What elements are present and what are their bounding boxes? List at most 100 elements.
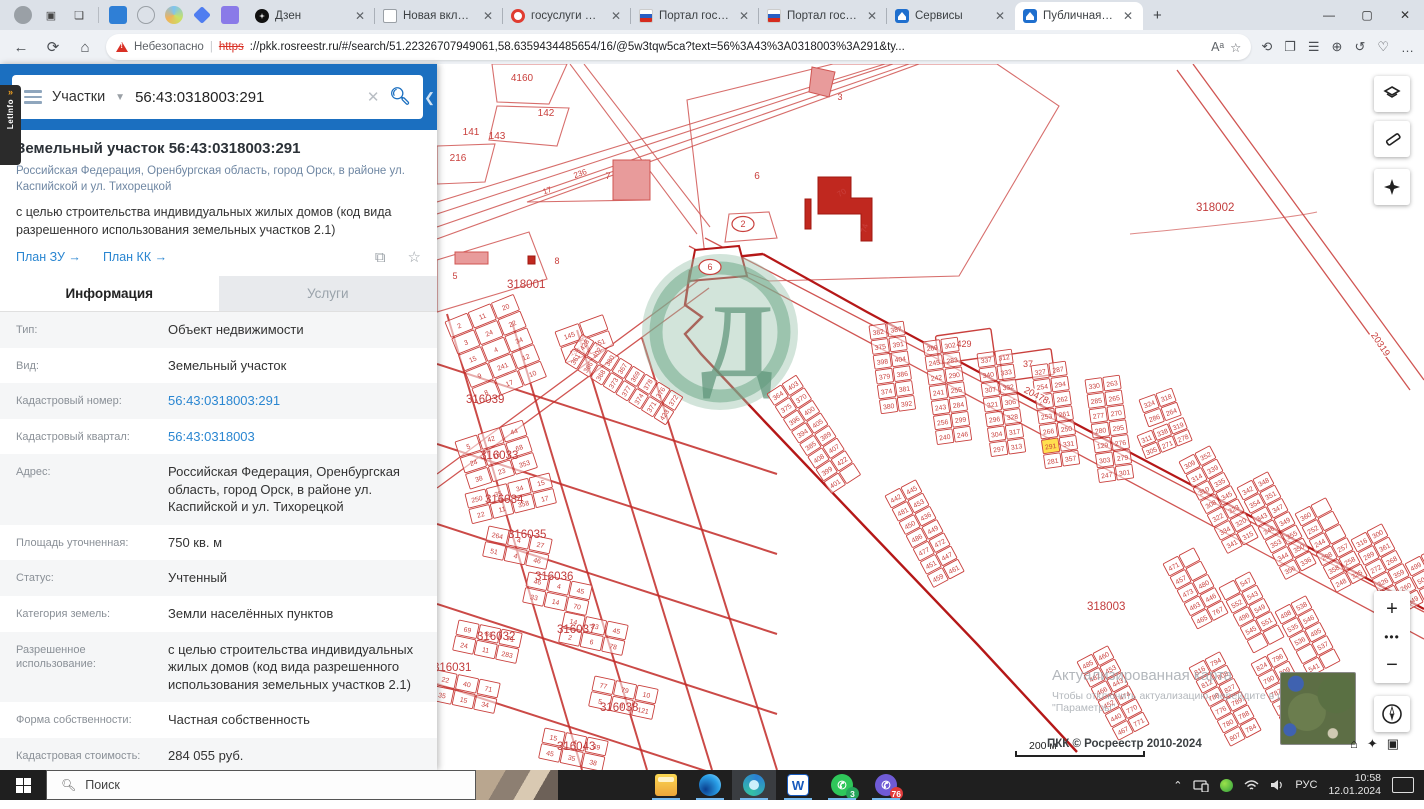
row-label: Категория земель: [16, 605, 168, 623]
taskbar-app-photos[interactable] [688, 770, 732, 800]
extension-ghost-icon[interactable] [137, 6, 155, 24]
compass-button[interactable] [1374, 696, 1410, 732]
search-input[interactable] [135, 89, 357, 106]
extension-squares-icon[interactable] [221, 6, 239, 24]
clock[interactable]: 10:58 12.01.2024 [1328, 772, 1381, 798]
read-aloud-icon[interactable]: Aᵃ [1211, 40, 1224, 54]
close-button[interactable]: ✕ [1386, 1, 1424, 29]
rewards-icon[interactable]: ♡ [1377, 39, 1389, 55]
zoom-out-button[interactable]: − [1374, 647, 1410, 683]
address-bar[interactable]: Небезопасно | https ://pkk.rosreestr.ru/… [106, 34, 1251, 60]
profile-avatar-icon[interactable] [14, 6, 32, 24]
fullscreen-icon[interactable]: ▣ [1387, 736, 1399, 752]
wifi-icon[interactable] [1244, 779, 1259, 791]
favorites-icon[interactable]: ☰ [1308, 39, 1320, 55]
locate-map-icon[interactable]: ✦ [1367, 736, 1378, 752]
clear-search-icon[interactable]: ✕ [367, 88, 380, 106]
info-row: Форма собственности: Частная собственнос… [0, 702, 437, 738]
taskbar-app-explorer[interactable] [644, 770, 688, 800]
tab-close-icon[interactable]: ✕ [353, 9, 367, 23]
measure-button[interactable] [1374, 121, 1410, 157]
zoom-options-button[interactable]: ••• [1384, 627, 1400, 647]
tab-close-icon[interactable]: ✕ [737, 9, 751, 23]
security-label[interactable]: Небезопасно [134, 41, 204, 53]
volume-icon[interactable] [1270, 779, 1284, 791]
home-map-icon[interactable]: ⌂ [1350, 736, 1358, 752]
app-badge: 76 [890, 787, 903, 800]
map-canvas[interactable]: Д145155151211203242215434924112817103614… [437, 64, 1424, 770]
new-tab-button[interactable]: + [1143, 7, 1172, 24]
url-text[interactable]: ://pkk.rosreestr.ru/#/search/51.22326707… [250, 41, 1205, 53]
tab-close-icon[interactable]: ✕ [865, 9, 879, 23]
map-label: 17 [541, 185, 553, 197]
map-label: 37 [1023, 359, 1033, 369]
start-button[interactable] [0, 770, 46, 800]
extension-loop-icon[interactable] [165, 6, 183, 24]
tab-close-icon[interactable]: ✕ [1121, 9, 1135, 23]
locate-button[interactable] [1374, 169, 1410, 205]
home-icon[interactable]: ⌂ [74, 39, 96, 56]
parcel-outline [687, 64, 1059, 281]
basemap-thumbnail[interactable] [1280, 672, 1356, 745]
tab-actions-icon[interactable]: ▣ [42, 6, 60, 24]
letinfo-ribbon[interactable]: » LetInfo [0, 85, 21, 165]
history-icon[interactable]: ↺ [1354, 39, 1365, 55]
reload-icon[interactable]: ⟳ [42, 38, 64, 56]
info-row: Категория земель: Земли населённых пункт… [0, 596, 437, 632]
browser-tab-6[interactable]: Публичная ка ✕ [1015, 2, 1143, 30]
browser-tab-5[interactable]: Сервисы ✕ [887, 2, 1015, 30]
taskbar-app-whatsapp[interactable]: ✆3 [820, 770, 864, 800]
tray-chevron-icon[interactable]: ⌃ [1173, 779, 1182, 792]
tab-services[interactable]: Услуги [219, 276, 438, 311]
taskbar-app-word[interactable]: W [776, 770, 820, 800]
collapse-panel-icon[interactable]: ❮ [424, 90, 435, 106]
info-rows: Тип: Объект недвижимостиВид: Земельный у… [0, 312, 437, 809]
language-indicator[interactable]: РУС [1295, 779, 1317, 791]
browser-essentials-icon[interactable]: ⟲ [1261, 39, 1272, 55]
plan-kk-link[interactable]: План КК → [103, 250, 167, 264]
row-value[interactable]: 56:43:0318003 [168, 428, 255, 446]
zoom-in-button[interactable]: + [1374, 591, 1410, 627]
browser-tab-3[interactable]: Портал госуда ✕ [631, 2, 759, 30]
browser-tab-0[interactable]: Дзен ✕ [247, 2, 375, 30]
preview-icon[interactable]: ⧉ [375, 249, 386, 266]
tab-information[interactable]: Информация [0, 276, 219, 311]
layers-button[interactable] [1374, 76, 1410, 112]
parcel-title: Земельный участок 56:43:0318003:291 [16, 140, 421, 157]
antivirus-tray-icon[interactable] [1220, 779, 1233, 792]
news-widget-image[interactable] [476, 770, 558, 800]
extension-diamond-icon[interactable] [193, 6, 211, 24]
cadastral-map[interactable]: Д145155151211203242215434924112817103614… [437, 64, 1424, 770]
maximize-button[interactable]: ▢ [1348, 1, 1386, 29]
chevron-down-icon[interactable]: ▼ [115, 92, 125, 103]
collections-icon[interactable]: ⊕ [1332, 39, 1343, 55]
cast-icon[interactable] [1193, 779, 1209, 792]
vertical-tabs-icon[interactable]: ❏ [70, 6, 88, 24]
tab-close-icon[interactable]: ✕ [993, 9, 1007, 23]
split-screen-icon[interactable]: ❐ [1284, 39, 1296, 55]
search-icon[interactable]: 🔍︎ [389, 87, 411, 107]
favorite-star-icon[interactable]: ☆ [1230, 40, 1241, 55]
menu-icon[interactable] [24, 90, 42, 104]
minimize-button[interactable]: — [1310, 1, 1348, 29]
search-category-select[interactable]: Участки [52, 89, 105, 105]
row-value[interactable]: 56:43:0318003:291 [168, 392, 280, 410]
back-icon[interactable]: ← [10, 39, 32, 56]
map-tools-top [1374, 76, 1410, 112]
row-value: Учтенный [168, 569, 227, 587]
workspace-icon[interactable] [109, 6, 127, 24]
tab-close-icon[interactable]: ✕ [609, 9, 623, 23]
browser-tab-4[interactable]: Портал госуда ✕ [759, 2, 887, 30]
taskbar-app-edge[interactable] [732, 770, 776, 800]
star-icon[interactable]: ☆ [408, 248, 421, 266]
settings-menu-icon[interactable]: … [1401, 40, 1414, 55]
taskbar-search[interactable]: 🔍︎ Поиск [46, 770, 476, 800]
browser-tab-2[interactable]: госуслуги лич ✕ [503, 2, 631, 30]
plan-zu-link[interactable]: План ЗУ → [16, 250, 81, 264]
tab-close-icon[interactable]: ✕ [481, 9, 495, 23]
parcel-cluster: 4424454814534504364864494774724514474594… [885, 480, 964, 588]
notification-center-icon[interactable] [1392, 777, 1414, 793]
taskbar-app-viber[interactable]: ✆76 [864, 770, 908, 800]
browser-tab-1[interactable]: Новая вкладк ✕ [375, 2, 503, 30]
info-row: Тип: Объект недвижимости [0, 312, 437, 348]
